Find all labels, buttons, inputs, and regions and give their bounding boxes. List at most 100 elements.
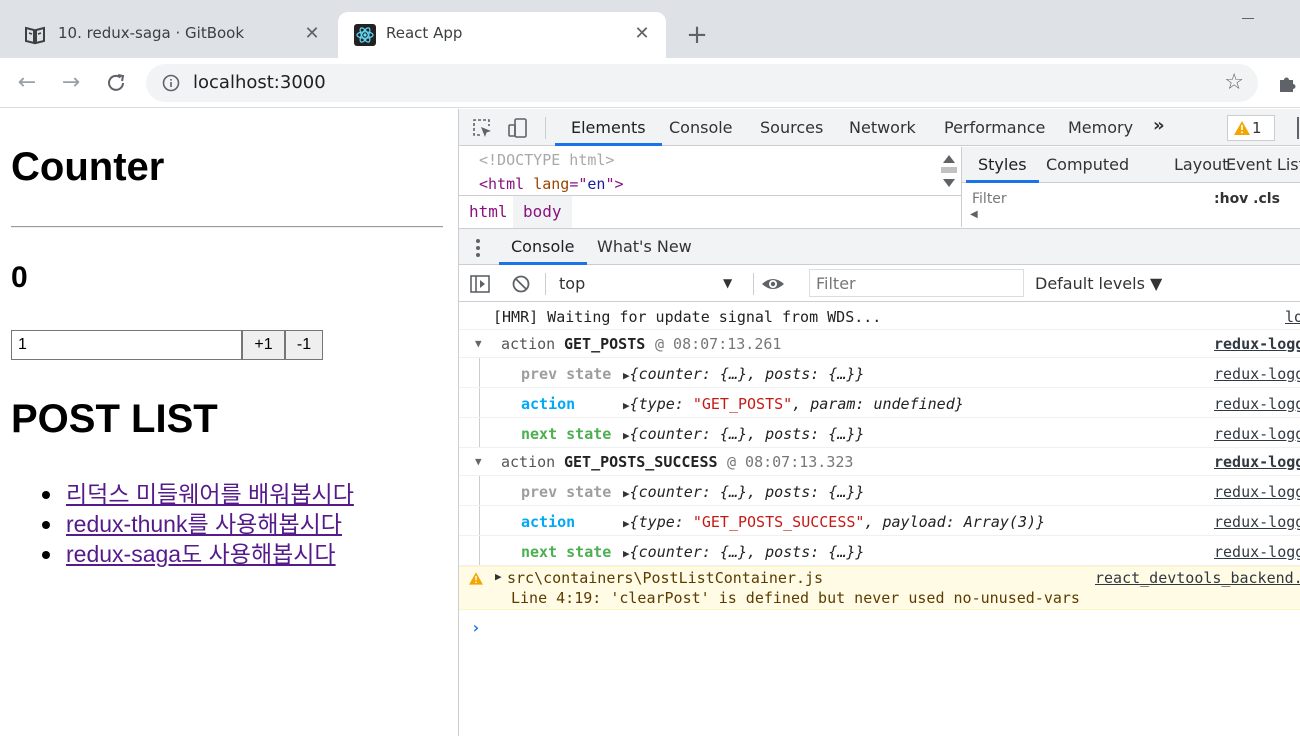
doctype-node[interactable]: <!DOCTYPE html> (479, 151, 614, 169)
show-sidebar-icon[interactable] (469, 273, 491, 295)
expand-triangle-icon: ▶ (623, 369, 630, 382)
prev-state-label: prev state (521, 365, 612, 383)
tab-network[interactable]: Network (833, 109, 932, 146)
tab-styles[interactable]: Styles (966, 147, 1039, 183)
action-type: GET_POSTS_SUCCESS (564, 453, 718, 471)
warning-message: ▶ src\containers\PostListContainer.js re… (459, 566, 1300, 610)
live-expression-eye-icon[interactable] (761, 274, 785, 294)
bookmark-star-icon[interactable]: ☆ (1224, 70, 1244, 95)
tab-performance[interactable]: Performance (928, 109, 1061, 146)
extensions-icon[interactable] (1276, 72, 1298, 94)
elements-tree: <!DOCTYPE html> <html lang="en"> html bo… (459, 147, 961, 228)
post-link[interactable]: redux-saga도 사용해봅시다 (66, 541, 336, 567)
console-prompt-input[interactable]: › (471, 618, 481, 637)
more-tabs-icon[interactable]: » (1153, 115, 1165, 136)
tab-elements[interactable]: Elements (555, 109, 662, 146)
post-link[interactable]: 리덕스 미들웨어를 배워봅시다 (66, 481, 354, 507)
warning-file: src\containers\PostListContainer.js (507, 569, 824, 587)
scrollbar[interactable] (939, 149, 959, 193)
devtools-menu-icon[interactable] (1297, 117, 1299, 139)
forward-icon[interactable]: → (58, 70, 84, 96)
expandable-object[interactable]: ▶{counter: {…}, posts: {…}} (623, 418, 865, 447)
expandable-object[interactable]: ▶{type: "GET_POSTS_SUCCESS", payload: Ar… (623, 506, 1045, 535)
tab-computed[interactable]: Computed (1034, 147, 1141, 183)
tab-sources[interactable]: Sources (744, 109, 839, 146)
reload-icon[interactable] (104, 71, 128, 95)
object-preview: {counter: {…}, posts: {…}} (629, 543, 865, 561)
counter-value: 0 (11, 261, 28, 294)
object-preview: {counter: {…}, posts: {…}} (629, 365, 865, 383)
warning-text: Line 4:19: 'clearPost' is defined but ne… (511, 589, 1080, 607)
page-content: Counter 0 +1 -1 POST LIST 리덕스 미들웨어를 배워봅시… (0, 109, 458, 736)
source-link[interactable]: react_devtools_backend. (1095, 569, 1300, 587)
post-link[interactable]: redux-thunk를 사용해봅시다 (66, 511, 342, 537)
inspect-element-icon[interactable] (471, 117, 493, 139)
expandable-object[interactable]: ▶{counter: {…}, posts: {…}} (623, 476, 864, 505)
close-tab-icon[interactable]: ✕ (302, 24, 322, 44)
close-tab-icon[interactable]: ✕ (632, 24, 652, 44)
devtools-tab-bar: Elements Console Sources Network Perform… (459, 109, 1300, 146)
source-link[interactable]: redux-logg (1214, 476, 1300, 505)
url-text: localhost:3000 (193, 72, 326, 93)
object-preview: , param: undefined} (792, 395, 964, 413)
source-link[interactable]: redux-logg (1214, 506, 1300, 535)
tab-event-listeners[interactable]: Event Liste (1214, 147, 1300, 183)
source-link[interactable]: redux-logg (1214, 388, 1300, 417)
device-toolbar-icon[interactable] (507, 117, 529, 139)
console-filter-input[interactable]: Filter (809, 269, 1024, 297)
clear-console-icon[interactable] (511, 274, 531, 294)
list-item: redux-thunk를 사용해봅시다 (42, 509, 354, 539)
expandable-object[interactable]: ▶{counter: {…}, posts: {…}} (623, 358, 865, 387)
expandable-object[interactable]: ▶{counter: {…}, posts: {…}} (623, 536, 865, 565)
source-link[interactable]: redux-logg (1214, 418, 1300, 447)
expand-triangle-icon: ▶ (623, 517, 630, 530)
new-tab-icon[interactable]: + (684, 22, 710, 48)
drawer-tab-console[interactable]: Console (499, 229, 587, 265)
expandable-object[interactable]: ▶{type: "GET_POSTS", param: undefined} (623, 388, 964, 417)
browser-tab-strip: 10. redux-saga · GitBook ✕ React App ✕ + (0, 0, 1300, 58)
collapse-triangle-icon: ▼ (475, 455, 482, 468)
warnings-badge[interactable]: 1 (1227, 115, 1275, 141)
expand-triangle-icon: ▶ (623, 429, 630, 442)
styles-pane: Styles Computed Layout Event Liste Filte… (961, 147, 1300, 227)
post-list-heading: POST LIST (11, 397, 218, 441)
tab-memory[interactable]: Memory (1052, 109, 1149, 146)
drawer-menu-icon[interactable] (475, 238, 481, 258)
html-node[interactable]: <html lang="en"> (479, 175, 624, 193)
context-selector[interactable]: top (559, 265, 739, 302)
log-levels-dropdown[interactable]: Default levels ▼ (1035, 265, 1162, 302)
styles-tab-bar: Styles Computed Layout Event Liste (962, 147, 1300, 183)
decrease-button[interactable]: -1 (285, 330, 323, 360)
log-message: [HMR] Waiting for update signal from WDS… (493, 308, 882, 326)
breadcrumb-body[interactable]: body (513, 196, 572, 228)
styles-filter-input[interactable]: Filter (972, 191, 1198, 205)
back-icon[interactable]: ← (14, 70, 40, 96)
dropdown-arrow-icon: ▼ (723, 276, 733, 290)
browser-tab-gitbook[interactable]: 10. redux-saga · GitBook ✕ (0, 12, 336, 58)
source-link[interactable]: lo (1285, 302, 1300, 329)
log-group-header[interactable]: ▼ action GET_POSTS_SUCCESS @ 08:07:13.32… (459, 448, 1300, 476)
breadcrumb-html[interactable]: html (459, 196, 518, 228)
dom-breadcrumb: html body (459, 195, 961, 228)
info-icon[interactable] (162, 74, 180, 92)
source-link[interactable]: redux-logg (1214, 358, 1300, 387)
browser-tab-react-app[interactable]: React App ✕ (338, 12, 666, 58)
address-bar[interactable]: localhost:3000 ☆ (146, 64, 1258, 102)
log-group-header[interactable]: ▼ action GET_POSTS @ 08:07:13.261 redux-… (459, 330, 1300, 358)
post-list: 리덕스 미들웨어를 배워봅시다 redux-thunk를 사용해봅시다 redu… (42, 479, 354, 569)
expand-triangle-icon[interactable]: ▶ (495, 570, 502, 583)
hov-cls-toggle[interactable]: :hov .cls (1214, 191, 1280, 205)
tab-console[interactable]: Console (653, 109, 749, 146)
source-link[interactable]: redux-logg (1214, 330, 1300, 357)
step-input[interactable] (11, 330, 242, 360)
source-link[interactable]: redux-logg (1214, 448, 1300, 475)
log-row: next state ▶{counter: {…}, posts: {…}} r… (459, 418, 1300, 448)
drawer-tab-whats-new[interactable]: What's New (585, 229, 704, 265)
increase-button[interactable]: +1 (242, 330, 285, 360)
object-preview: {counter: {…}, posts: {…}} (629, 425, 865, 443)
source-link[interactable]: redux-logg (1214, 536, 1300, 565)
minimize-icon[interactable] (1240, 8, 1256, 24)
warning-icon (469, 572, 483, 585)
scroll-left-icon[interactable]: ◀ (970, 209, 978, 220)
attr-equals: =" (569, 175, 588, 193)
